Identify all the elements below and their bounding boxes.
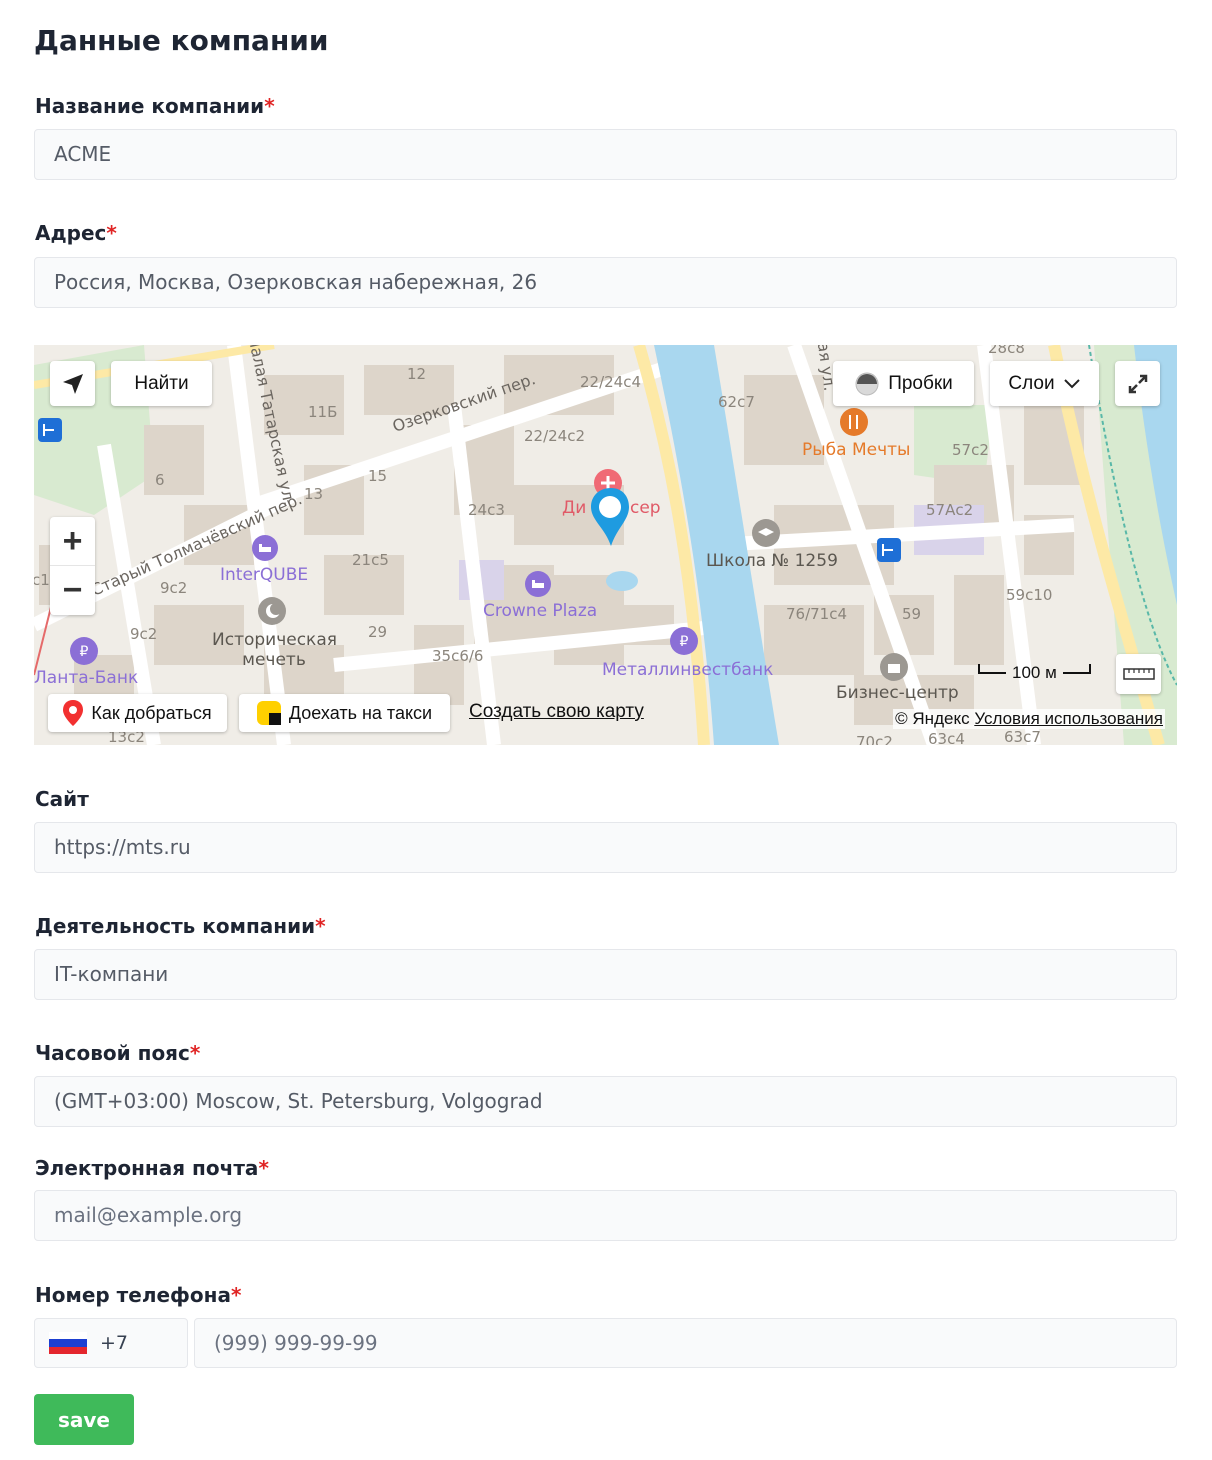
svg-text:₽: ₽ [80,644,89,660]
mosque-icon[interactable] [258,597,286,625]
house-number: 57Ас2 [926,501,974,519]
taxi-button[interactable]: Доехать на такси [239,694,450,732]
ruler-icon [1122,668,1155,680]
metro-icon[interactable] [38,418,62,442]
find-button[interactable]: Найти [111,361,212,406]
bank-icon[interactable]: ₽ [70,637,98,665]
poi-label[interactable]: Рыба Мечты [802,440,910,460]
house-number: 70с2 [856,733,893,745]
house-number: 11Б [308,403,338,421]
poi-label[interactable]: InterQUBE [220,565,308,585]
traffic-label: Пробки [888,372,953,394]
house-number: 9с2 [160,579,188,597]
russia-flag-icon [49,1332,87,1354]
required-mark: * [106,221,117,245]
traffic-button[interactable]: Пробки [833,361,974,406]
scale-label: 100 м [1012,663,1057,682]
page-title: Данные компании [34,24,329,57]
email-label: Электронная почта* [35,1156,269,1180]
house-number: 76/71с4 [786,605,848,623]
house-number: 63с4 [928,730,965,745]
address-label: Адрес* [35,221,117,245]
country-code-select[interactable]: +7 [34,1318,188,1368]
house-number: 59 [902,605,922,623]
map-copyright: © Яндекс Условия использования [893,709,1165,729]
route-button[interactable]: Как добраться [48,694,227,732]
house-number: 28с8 [988,345,1025,357]
business-center-icon[interactable] [880,653,908,681]
site-input[interactable]: https://mts.ru [34,822,1177,873]
fullscreen-button[interactable] [1115,361,1160,406]
country-code: +7 [100,1332,129,1354]
save-button[interactable]: save [34,1394,134,1445]
layers-button[interactable]: Слои [990,361,1099,406]
poi-label[interactable]: Crowne Plaza [483,601,597,621]
bank-icon[interactable]: ₽ [670,627,698,655]
poi-label[interactable]: Бизнес-центр [836,683,959,703]
poi-label[interactable]: Ланта-Банк [34,668,138,688]
ruler-button[interactable] [1116,654,1161,694]
metro-icon[interactable] [877,538,901,562]
activity-input[interactable]: IT-компани [34,949,1177,1000]
map[interactable]: Озерковский пер. Старый Толмачёвский пер… [34,345,1177,745]
poi-label[interactable]: Ди [562,498,586,518]
terms-link[interactable]: Условия использования [974,709,1163,728]
traffic-icon [855,372,879,395]
house-number: 63с7 [1004,728,1041,745]
restaurant-icon[interactable] [840,408,868,436]
house-number: 29 [368,623,388,641]
taxi-label: Доехать на такси [288,702,433,723]
hotel-icon[interactable] [252,535,278,561]
layers-label: Слои [1008,372,1055,394]
house-number: 35с6/6 [432,647,484,665]
house-number: 6 [155,471,165,489]
required-mark: * [258,1156,269,1180]
poi-label[interactable]: Школа № 1259 [706,551,838,571]
house-number: с1 [34,571,50,589]
location-pin-icon [591,488,629,546]
house-number: 12 [407,365,427,383]
zoom-in-button[interactable]: + [50,517,95,566]
svg-text:₽: ₽ [680,634,689,650]
company-name-input[interactable]: ACME [34,129,1177,180]
chevron-down-icon [1063,378,1080,388]
house-number: 21с5 [352,551,389,569]
zoom-control: + − [50,517,95,615]
house-number: 9с2 [130,625,158,643]
school-icon[interactable] [752,519,780,547]
company-name-label: Название компании* [35,94,275,118]
phone-input[interactable]: (999) 999-99-99 [194,1318,1177,1368]
required-mark: * [189,1041,201,1065]
phone-label: Номер телефона* [35,1283,242,1307]
expand-icon [1128,374,1147,393]
house-number: 22/24с4 [580,373,642,391]
map-scale: 100 м [978,663,1091,683]
house-number: 24с3 [468,501,505,519]
locate-button[interactable] [50,361,95,406]
required-mark: * [230,1283,242,1307]
house-number: 22/24с2 [524,427,586,445]
house-number: 15 [368,467,388,485]
route-label: Как добраться [91,702,212,723]
address-input[interactable]: Россия, Москва, Озерковская набережная, … [34,257,1177,308]
required-mark: * [315,914,326,938]
timezone-label: Часовой пояс* [35,1041,201,1065]
hotel-icon[interactable] [525,571,551,597]
house-number: 59с10 [1006,586,1053,604]
zoom-out-button[interactable]: − [50,566,95,615]
timezone-select[interactable]: (GMT+03:00) Moscow, St. Petersburg, Volg… [34,1076,1177,1127]
email-input[interactable]: mail@example.org [34,1190,1177,1241]
site-label: Сайт [35,787,89,811]
map-pin-icon [63,700,84,726]
poi-label[interactable]: Металлинвестбанк [602,660,773,680]
activity-label: Деятельность компании* [35,914,326,938]
house-number: 57с2 [952,441,989,459]
navigation-arrow-icon [62,373,83,394]
poi-label[interactable]: Историческая мечеть [212,630,337,670]
house-number: 62с7 [718,393,755,411]
create-map-link[interactable]: Создать свою карту [469,701,644,723]
house-number: 13 [304,485,324,503]
required-mark: * [264,94,275,118]
taxi-icon [256,701,281,725]
